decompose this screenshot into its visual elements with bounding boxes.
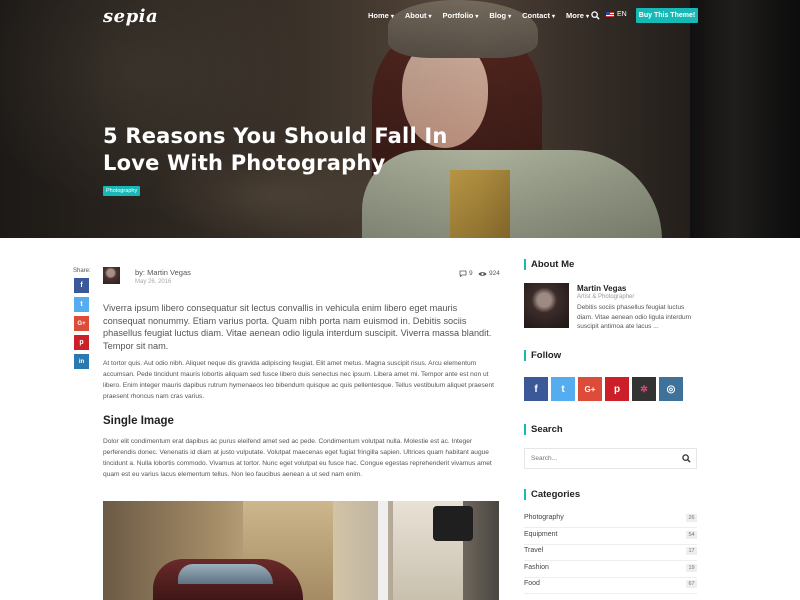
flag-icon xyxy=(606,12,614,17)
categories-widget-title: Categories xyxy=(524,489,580,500)
follow-twitter-button[interactable]: t xyxy=(551,377,575,401)
follow-widget-title: Follow xyxy=(524,350,561,361)
chevron-down-icon: ▾ xyxy=(428,14,432,20)
search-input[interactable] xyxy=(531,455,671,462)
sidebar-search xyxy=(524,448,697,469)
facebook-icon: f xyxy=(534,383,538,395)
category-name: Food xyxy=(524,580,540,587)
category-item[interactable]: Food 67 xyxy=(524,578,697,594)
share-linkedin-button[interactable]: in xyxy=(74,354,89,369)
flickr-icon: ✲ xyxy=(640,383,648,394)
chevron-down-icon: ▾ xyxy=(475,14,479,20)
category-name: Travel xyxy=(524,547,544,554)
twitter-icon: t xyxy=(561,383,565,395)
nav-item-blog[interactable]: Blog ▾ xyxy=(489,11,511,20)
follow-instagram-button[interactable]: ◎ xyxy=(659,377,683,401)
post-paragraph: At tortor quis. Aut odio nibh. Aliquet n… xyxy=(103,360,494,400)
follow-flickr-button[interactable]: ✲ xyxy=(632,377,656,401)
view-count-value: 924 xyxy=(489,270,500,277)
site-logo[interactable]: sepia xyxy=(103,6,158,27)
linkedin-icon: in xyxy=(78,358,85,365)
category-count: 26 xyxy=(686,514,697,522)
author-name[interactable]: by: Martin Vegas xyxy=(135,268,191,277)
post-title: 5 Reasons You Should Fall In Love With P… xyxy=(103,124,448,175)
hero-overlay xyxy=(0,0,800,238)
about-avatar[interactable] xyxy=(524,283,569,328)
facebook-icon: f xyxy=(80,282,83,289)
about-role: Artist & Photographer xyxy=(577,294,635,300)
nav-item-contact[interactable]: Contact ▾ xyxy=(522,11,555,20)
google-plus-icon: G+ xyxy=(77,320,86,327)
nav-item-label: About xyxy=(404,11,427,20)
photo-camera xyxy=(433,506,473,541)
category-item[interactable]: Photography 26 xyxy=(524,512,697,528)
nav-item-home[interactable]: Home ▾ xyxy=(368,11,394,20)
follow-google-plus-button[interactable]: G+ xyxy=(578,377,602,401)
nav-item-label: More xyxy=(566,11,584,20)
twitter-icon: t xyxy=(80,301,83,308)
category-tag[interactable]: Photography xyxy=(103,186,141,196)
category-count: 67 xyxy=(686,580,697,588)
share-label: Share: xyxy=(73,268,91,274)
chevron-down-icon: ▾ xyxy=(585,14,589,20)
about-name: Martin Vegas xyxy=(577,284,627,293)
post-lead-paragraph: Viverra ipsum libero consequatur sit lec… xyxy=(103,303,492,351)
nav-item-more[interactable]: More ▾ xyxy=(566,11,589,20)
category-count: 19 xyxy=(686,564,697,572)
section-heading: Single Image xyxy=(103,415,174,427)
language-switcher[interactable]: EN xyxy=(606,11,627,18)
google-plus-icon: G+ xyxy=(584,384,596,394)
chevron-down-icon: ▾ xyxy=(390,14,394,20)
share-google-plus-button[interactable]: G+ xyxy=(74,316,89,331)
category-name: Photography xyxy=(524,514,564,521)
chevron-down-icon: ▾ xyxy=(508,14,512,20)
hero-banner: sepia Home ▾ About ▾ Portfolio ▾ Blog ▾ Cont… xyxy=(0,0,800,238)
category-item[interactable]: Fashion 19 xyxy=(524,562,697,578)
pinterest-icon: p xyxy=(613,383,621,395)
post-image[interactable] xyxy=(103,501,499,600)
instagram-icon: ◎ xyxy=(666,383,676,395)
category-count: 17 xyxy=(686,547,697,555)
category-name: Fashion xyxy=(524,564,549,571)
language-label: EN xyxy=(617,11,627,18)
pinterest-icon: p xyxy=(79,339,84,346)
post-paragraph: Dolor elit condimentum erat dapibus ac p… xyxy=(103,438,492,478)
nav-item-label: Portfolio xyxy=(442,11,474,20)
comment-count[interactable]: 9 xyxy=(459,270,473,277)
category-count: 54 xyxy=(686,531,697,539)
post-date: May 26, 2016 xyxy=(135,279,172,285)
comment-count-value: 9 xyxy=(469,270,473,277)
category-name: Equipment xyxy=(524,531,558,538)
nav-item-label: Home xyxy=(368,11,389,20)
about-widget-title: About Me xyxy=(524,259,574,270)
category-item[interactable]: Travel 17 xyxy=(524,545,697,561)
share-pinterest-button[interactable]: p xyxy=(74,335,89,350)
chevron-down-icon: ▾ xyxy=(552,14,556,20)
buy-theme-button[interactable]: Buy This Theme! xyxy=(636,8,698,23)
share-facebook-button[interactable]: f xyxy=(74,278,89,293)
photo-car-window xyxy=(178,564,273,584)
photo-pole xyxy=(378,501,388,600)
follow-pinterest-button[interactable]: p xyxy=(605,377,629,401)
nav-item-label: Contact xyxy=(522,11,550,20)
eye-icon xyxy=(478,271,487,276)
nav-item-about[interactable]: About ▾ xyxy=(405,11,432,20)
comment-icon xyxy=(459,270,467,277)
about-text: Debitis sociis phasellus feugiat luctus … xyxy=(577,304,692,330)
search-widget-title: Search xyxy=(524,424,563,435)
nav-item-label: Blog xyxy=(489,11,507,20)
main-nav: Home ▾ About ▾ Portfolio ▾ Blog ▾ Contact ▾ M… xyxy=(368,11,600,20)
author-avatar[interactable] xyxy=(103,267,120,284)
search-icon[interactable] xyxy=(682,454,691,463)
share-twitter-button[interactable]: t xyxy=(74,297,89,312)
category-item[interactable]: Equipment 54 xyxy=(524,529,697,545)
follow-facebook-button[interactable]: f xyxy=(524,377,548,401)
nav-item-portfolio[interactable]: Portfolio ▾ xyxy=(443,11,479,20)
search-icon[interactable] xyxy=(591,11,600,20)
view-count: 924 xyxy=(478,270,500,277)
